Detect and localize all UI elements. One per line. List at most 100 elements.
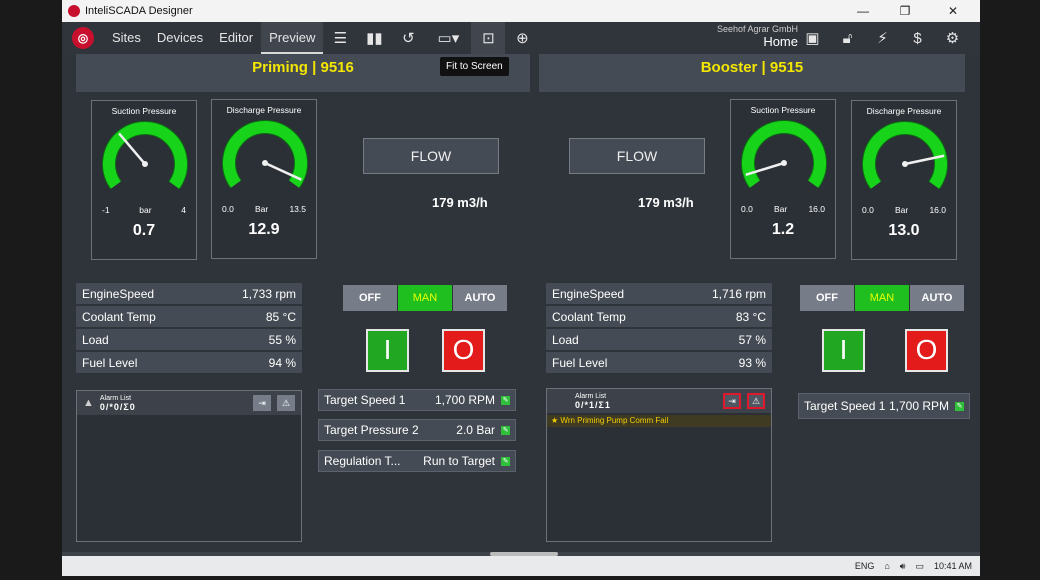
alarm-reset-icon[interactable]: ⚠	[747, 393, 765, 409]
gauge-unit: Bar	[255, 204, 269, 214]
gauge-unit: Bar	[774, 204, 788, 214]
alarm-counts: 0/*1/Σ1	[575, 400, 611, 410]
connection-status-icon[interactable]: ⚡︎	[865, 22, 900, 54]
language-indicator[interactable]: ENG	[855, 561, 875, 571]
alarm-actions: ⇥ ⚠	[247, 395, 295, 411]
stat-label: Load	[82, 332, 109, 347]
priming-stop-button[interactable]: O	[442, 329, 485, 372]
gauge-min: 0.0	[862, 205, 874, 215]
gauge-unit: Bar	[895, 205, 909, 215]
mode-man-button[interactable]: MAN	[398, 285, 452, 311]
stat-value: 83 °C	[735, 309, 766, 324]
current-page: Home	[763, 34, 798, 49]
gauge-unit: bar	[139, 205, 152, 215]
gauge-title: Discharge Pressure	[226, 105, 302, 115]
stat-row: Fuel Level 93 %	[546, 352, 772, 373]
stat-row: EngineSpeed 1,716 rpm	[546, 283, 772, 304]
maximize-button[interactable]: ❐	[888, 0, 922, 22]
gauge-max: 16.0	[929, 205, 946, 215]
mode-off-button[interactable]: OFF	[800, 285, 854, 311]
edit-icon[interactable]: ✎	[501, 395, 510, 405]
fit-to-screen-icon[interactable]: ⊡	[471, 22, 506, 54]
gauge-dial	[222, 120, 308, 189]
booster-flow-button[interactable]: FLOW	[569, 138, 705, 174]
gauge-value: 1.2	[771, 221, 795, 238]
lock-icon[interactable]: 🔓︎	[830, 22, 865, 54]
alarm-ack-icon[interactable]: ⇥	[723, 393, 741, 409]
gauge-arc	[103, 122, 187, 189]
booster-flow-value: 179 m3/h	[638, 195, 694, 210]
zoom-100-icon[interactable]: ⊕	[505, 22, 539, 54]
nav-editor[interactable]: Editor	[211, 22, 261, 54]
priming-param-row[interactable]: Target Pressure 2 2.0 Bar ✎	[318, 419, 516, 441]
nav-sites[interactable]: Sites	[104, 22, 149, 54]
gauge-min: -1	[102, 205, 110, 215]
param-value: 2.0 Bar	[456, 423, 495, 437]
battery-icon[interactable]: ▭	[915, 561, 924, 572]
network-icon[interactable]: ⌂	[884, 561, 889, 571]
bar-chart-icon[interactable]: ▮▮	[357, 22, 391, 54]
stat-row: Coolant Temp 85 °C	[76, 306, 302, 327]
alarm-counts: 0/*0/Σ0	[99, 402, 136, 412]
alarm-reset-icon[interactable]: ⚠	[277, 395, 295, 411]
monitor-settings-icon[interactable]: ▣	[795, 22, 830, 54]
alarm-header: ▲ Alarm List 0/*0/Σ0 ⇥ ⚠	[77, 391, 301, 415]
priming-start-button[interactable]: I	[366, 329, 409, 372]
gauge-dial	[862, 121, 948, 190]
mode-man-button[interactable]: MAN	[855, 285, 909, 311]
priming-stats-table: EngineSpeed 1,733 rpm Coolant Temp 85 °C L…	[76, 283, 302, 375]
minimize-button[interactable]: —	[846, 0, 880, 22]
fit-to-screen-tooltip: Fit to Screen	[440, 57, 509, 76]
priming-param-row[interactable]: Regulation T... Run to Target ✎	[318, 450, 516, 472]
gear-icon[interactable]: ⚙	[935, 22, 970, 54]
edit-icon[interactable]: ✎	[501, 456, 510, 466]
scrollbar-thumb[interactable]	[490, 552, 558, 556]
booster-title: Booster | 9515	[700, 59, 804, 76]
gauge-arc	[742, 121, 826, 188]
nav-devices[interactable]: Devices	[149, 22, 211, 54]
display-dropdown-icon[interactable]: ▭▾	[425, 22, 471, 54]
dollar-icon[interactable]: $	[900, 22, 935, 54]
preview-stage: Priming | 9516 Booster | 9515 Fit to Scr…	[62, 54, 980, 560]
booster-start-button[interactable]: I	[822, 329, 865, 372]
alarm-ack-icon[interactable]: ⇥	[253, 395, 271, 411]
company-info: Seehof Agrar GmbH Home	[717, 24, 798, 49]
volume-icon[interactable]: 🔊︎	[900, 561, 906, 572]
list-view-icon[interactable]: ☰	[323, 22, 357, 54]
gauge-hub	[781, 160, 787, 166]
edit-icon[interactable]: ✎	[501, 425, 510, 435]
gauge-needle	[118, 132, 146, 165]
stat-label: Coolant Temp	[552, 309, 626, 324]
mode-auto-button[interactable]: AUTO	[453, 285, 507, 311]
gauge-arc	[863, 122, 947, 189]
booster-suction-gauge: Suction Pressure 0.0 Bar 16.0 1.2	[730, 99, 836, 259]
mode-auto-button[interactable]: AUTO	[910, 285, 964, 311]
clock[interactable]: 10:41 AM	[934, 561, 972, 571]
gauge-max: 13.5	[289, 204, 306, 214]
stat-label: Fuel Level	[552, 355, 608, 370]
alarm-item[interactable]: ★ Wrn Priming Pump Comm Fail	[547, 415, 771, 427]
history-icon[interactable]: ↺	[391, 22, 425, 54]
mode-off-button[interactable]: OFF	[343, 285, 397, 311]
gauge-min: 0.0	[222, 204, 234, 214]
booster-stop-button[interactable]: O	[905, 329, 948, 372]
gauge-title: Suction Pressure	[750, 105, 816, 115]
gauge-value: 12.9	[248, 221, 280, 238]
booster-param-row[interactable]: Target Speed 1 1,700 RPM ✎	[798, 393, 970, 419]
horizontal-scrollbar[interactable]	[62, 552, 980, 556]
priming-title: Priming | 9516	[252, 59, 354, 76]
stat-label: Fuel Level	[82, 355, 138, 370]
priming-param-row[interactable]: Target Speed 1 1,700 RPM ✎	[318, 389, 516, 411]
priming-flow-button[interactable]: FLOW	[363, 138, 499, 174]
os-taskbar: ENG ⌂ 🔊︎ ▭ 10:41 AM	[62, 556, 980, 576]
app-toolbar: ◎ Sites Devices Editor Preview ☰ ▮▮ ↺ ▭▾…	[62, 22, 980, 54]
alarm-actions: ⇥ ⚠	[717, 393, 765, 409]
company-name: Seehof Agrar GmbH	[716, 24, 798, 34]
comap-logo-icon[interactable]: ◎	[72, 27, 94, 49]
edit-icon[interactable]: ✎	[955, 401, 964, 411]
stat-value: 93 %	[738, 355, 766, 370]
gauge-max: 16.0	[808, 204, 825, 214]
nav-preview[interactable]: Preview	[261, 22, 324, 54]
close-button[interactable]: ✕	[936, 0, 970, 22]
param-label: Target Speed 1	[324, 393, 406, 407]
